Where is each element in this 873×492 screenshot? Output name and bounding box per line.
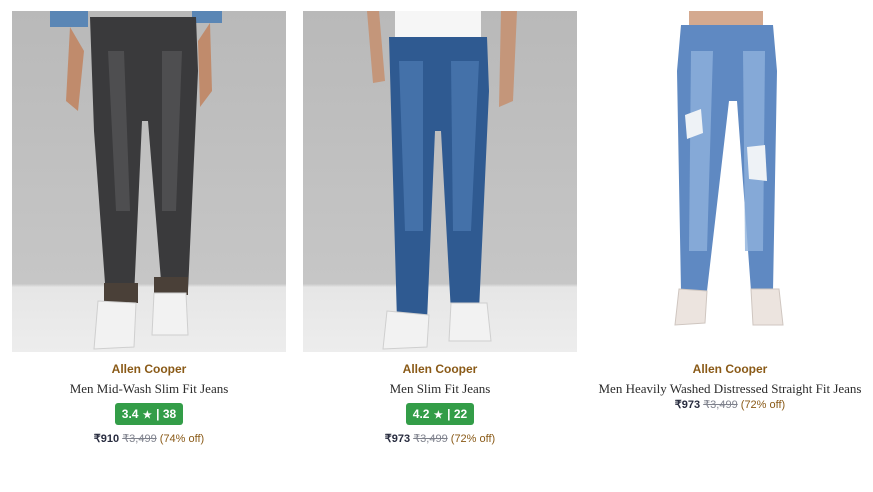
- product-card[interactable]: Allen Cooper Men Slim Fit Jeans 4.2 ★ | …: [303, 0, 577, 492]
- selling-price: ₹910: [93, 433, 120, 445]
- rating-score: 4.2: [412, 407, 430, 421]
- star-icon: ★: [433, 410, 443, 421]
- product-image[interactable]: [593, 11, 867, 352]
- product-title[interactable]: Men Heavily Washed Distressed Straight F…: [593, 380, 867, 397]
- product-card[interactable]: Allen Cooper Men Heavily Washed Distress…: [593, 0, 867, 492]
- selling-price: ₹973: [674, 399, 701, 411]
- product-card[interactable]: Allen Cooper Men Mid-Wash Slim Fit Jeans…: [12, 0, 286, 492]
- original-price: ₹3,499: [413, 433, 448, 445]
- product-image[interactable]: [303, 11, 577, 352]
- product-brand: Allen Cooper: [402, 362, 478, 376]
- product-brand: Allen Cooper: [111, 362, 187, 376]
- distressed-jeans-model-photo: [674, 11, 784, 326]
- star-icon: ★: [142, 410, 152, 421]
- original-price: ₹3,499: [122, 433, 157, 445]
- rating-separator: |: [447, 407, 451, 421]
- product-title[interactable]: Men Slim Fit Jeans: [303, 380, 577, 397]
- price-row: ₹973 ₹3,499 (72% off): [303, 432, 577, 446]
- selling-price: ₹973: [384, 433, 411, 445]
- rating-separator: |: [156, 407, 160, 421]
- rating-badge: 4.2 ★ | 22: [405, 403, 475, 425]
- product-brand: Allen Cooper: [692, 362, 768, 376]
- rating-score: 3.4: [121, 407, 139, 421]
- rating-count: 22: [453, 407, 468, 421]
- original-price: ₹3,499: [703, 399, 738, 411]
- rating-count: 38: [162, 407, 177, 421]
- rating-badge: 3.4 ★ | 38: [114, 403, 184, 425]
- black-jeans-model-photo: [50, 11, 222, 350]
- blue-jeans-model-photo: [367, 11, 517, 350]
- price-row: ₹973 ₹3,499 (72% off): [593, 398, 867, 412]
- discount-label: (74% off): [159, 433, 205, 445]
- discount-label: (72% off): [740, 399, 786, 411]
- product-title[interactable]: Men Mid-Wash Slim Fit Jeans: [12, 380, 286, 397]
- product-image[interactable]: [12, 11, 286, 352]
- price-row: ₹910 ₹3,499 (74% off): [12, 432, 286, 446]
- discount-label: (72% off): [450, 433, 496, 445]
